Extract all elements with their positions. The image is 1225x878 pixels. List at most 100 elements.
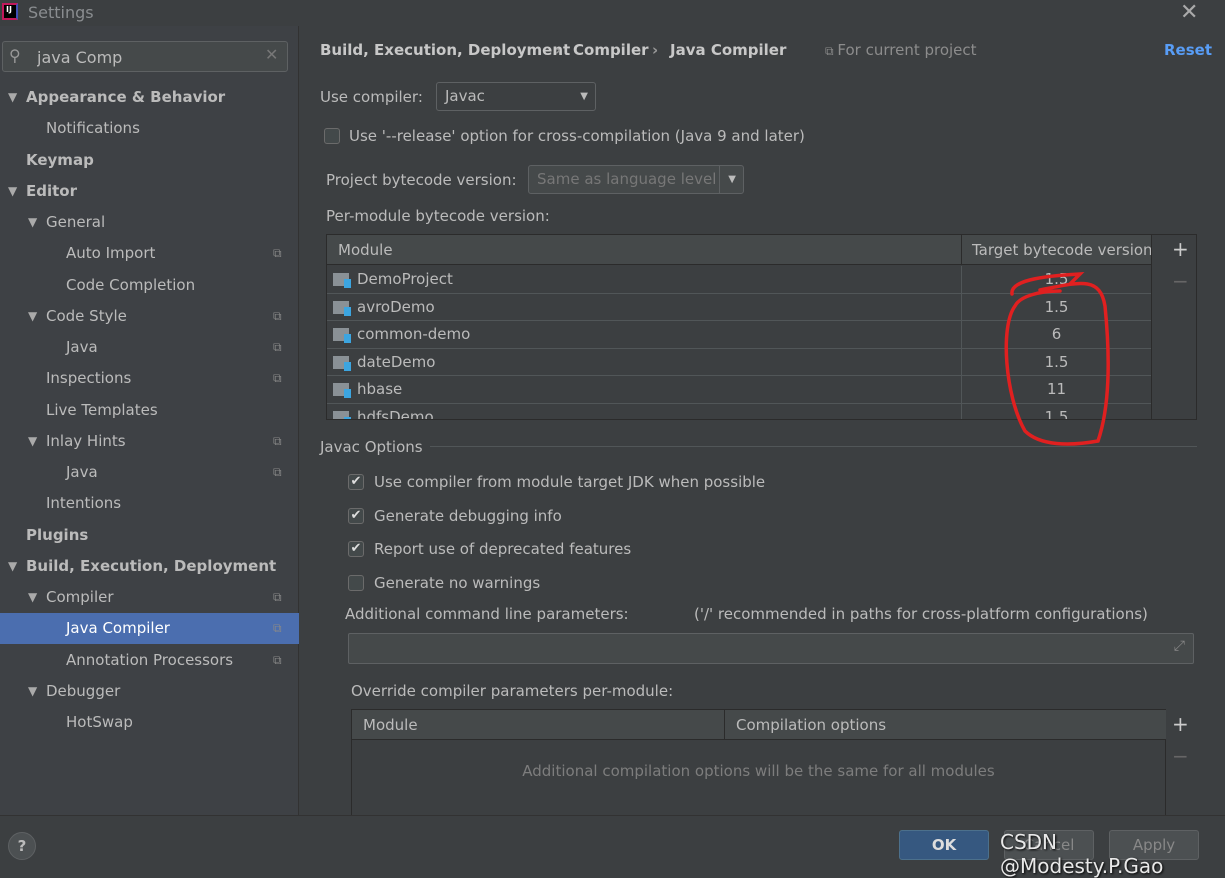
table-toolbar: + − <box>1152 234 1197 420</box>
watermark: CSDN @Modesty.P.Gao <box>1000 830 1164 878</box>
sidebar-item[interactable]: ▼ Inlay Hints ⧉ <box>0 426 299 457</box>
search-input[interactable] <box>37 46 257 68</box>
column-header-module[interactable]: Module <box>352 710 724 740</box>
breadcrumb-separator: › <box>652 41 659 59</box>
help-button[interactable]: ? <box>8 832 36 860</box>
sidebar-item-label: Java <box>66 338 98 356</box>
params-hint: ('/' recommended in paths for cross-plat… <box>694 605 1148 623</box>
module-folder-icon <box>333 273 351 288</box>
sidebar-item-label: Java Compiler <box>66 619 170 638</box>
expand-arrow-icon[interactable]: ▼ <box>8 176 17 207</box>
breadcrumb-separator: › <box>555 41 562 59</box>
sidebar-item-label: Annotation Processors <box>66 650 234 669</box>
ok-button[interactable]: OK <box>899 830 989 860</box>
compiler-select[interactable]: Javac ▼ <box>436 82 596 111</box>
remove-icon[interactable]: − <box>1172 744 1189 768</box>
sidebar-item[interactable]: Intentions <box>0 488 299 519</box>
sidebar-item-label: Debugger <box>46 681 121 700</box>
sidebar-item[interactable]: ▼ Debugger <box>0 676 299 707</box>
compiler-value: Javac <box>445 87 485 105</box>
option-checkbox[interactable]: ✔ <box>348 541 364 558</box>
sidebar-item[interactable]: Notifications <box>0 113 299 144</box>
breadcrumb-item[interactable]: Compiler <box>573 41 649 59</box>
release-option-label: Use '--release' option for cross-compila… <box>349 127 805 145</box>
module-name: DemoProject <box>357 270 453 288</box>
expand-arrow-icon[interactable]: ▼ <box>28 207 37 238</box>
sidebar-item[interactable]: ▼ General <box>0 207 299 238</box>
sidebar-item[interactable]: Code Completion <box>0 270 299 301</box>
module-name: hdfsDemo <box>357 407 434 420</box>
option-checkbox[interactable]: ✔ <box>348 474 364 490</box>
dialog-footer: ? OK Cancel Apply CSDN @Modesty.P.Gao <box>0 815 1225 878</box>
module-name: common-demo <box>357 325 471 343</box>
sidebar-item[interactable]: Annotation Processors ⧉ <box>0 645 299 676</box>
sidebar-item[interactable]: Keymap <box>0 145 299 176</box>
module-folder-icon <box>333 410 351 419</box>
override-label: Override compiler parameters per-module: <box>351 682 674 700</box>
expand-arrow-icon[interactable]: ▼ <box>8 82 17 113</box>
breadcrumb-item: Java Compiler <box>670 41 787 59</box>
sidebar-item-label: Plugins <box>26 525 89 544</box>
red-annotation-circle <box>1004 272 1110 446</box>
expand-arrow-icon[interactable]: ▼ <box>28 426 37 457</box>
sidebar-item-label: Code Style <box>46 306 127 325</box>
project-scope-icon: ⧉ <box>273 621 282 636</box>
search-field[interactable]: ⚲ ✕ <box>2 41 288 72</box>
sidebar-item-label: Build, Execution, Deployment <box>26 556 277 575</box>
expand-arrow-icon[interactable]: ▼ <box>8 551 17 582</box>
sidebar-item[interactable]: Java ⧉ <box>0 332 299 363</box>
option-label: Report use of deprecated features <box>374 540 632 559</box>
sidebar-item[interactable]: Java ⧉ <box>0 457 299 488</box>
scope-text: For current project <box>837 41 977 59</box>
sidebar-item-label: Appearance & Behavior <box>26 88 226 106</box>
javac-options-title: Javac Options <box>320 438 423 456</box>
sidebar-item[interactable]: ▼ Appearance & Behavior <box>0 82 299 113</box>
option-label: Generate no warnings <box>374 574 541 593</box>
project-bytecode-label: Project bytecode version: <box>326 171 517 189</box>
sidebar-item[interactable]: ▼ Build, Execution, Deployment <box>0 551 299 582</box>
sidebar-item[interactable]: Inspections ⧉ <box>0 363 299 394</box>
breadcrumb-item[interactable]: Build, Execution, Deployment <box>320 41 570 59</box>
sidebar-item-label: Intentions <box>46 494 122 513</box>
sidebar-item[interactable]: Plugins <box>0 520 299 551</box>
project-scope-icon: ⧉ <box>273 340 282 354</box>
empty-table-text: Additional compilation options will be t… <box>522 762 995 780</box>
add-icon[interactable]: + <box>1172 712 1189 736</box>
module-name: hbase <box>357 380 403 398</box>
sidebar-item[interactable]: HotSwap <box>0 707 299 738</box>
expand-arrow-icon[interactable]: ▼ <box>28 582 37 613</box>
intellij-logo-icon: IJ <box>2 3 18 20</box>
option-checkbox[interactable]: ✔ <box>348 507 364 524</box>
release-option-checkbox[interactable] <box>324 128 340 144</box>
sidebar-item[interactable]: Live Templates <box>0 395 299 426</box>
expand-arrow-icon[interactable]: ▼ <box>28 676 37 707</box>
clear-search-icon[interactable]: ✕ <box>265 45 278 64</box>
option-label: Use compiler from module target JDK when… <box>374 473 766 491</box>
copy-icon: ⧉ <box>825 44 838 58</box>
module-folder-icon <box>333 328 351 343</box>
sidebar-item[interactable]: ▼ Code Style ⧉ <box>0 301 299 332</box>
window-title: Settings <box>28 3 94 22</box>
params-label: Additional command line parameters: <box>345 605 629 623</box>
sidebar-item-label: Java <box>66 463 98 481</box>
option-checkbox[interactable] <box>348 575 364 592</box>
sidebar-item[interactable]: Java Compiler ⧉ <box>0 613 299 645</box>
sidebar-item-label: Auto Import <box>66 244 156 263</box>
column-header-module[interactable]: Module <box>327 235 961 265</box>
close-icon[interactable]: ✕ <box>1180 0 1198 25</box>
expand-arrow-icon[interactable]: ▼ <box>28 301 37 332</box>
column-header-compilation-options[interactable]: Compilation options <box>724 710 1166 740</box>
java-compiler-panel: Build, Execution, Deployment › Compiler … <box>300 26 1225 819</box>
sidebar-item[interactable]: ▼ Compiler ⧉ <box>0 582 299 613</box>
project-scope-icon: ⧉ <box>273 652 282 667</box>
use-compiler-label: Use compiler: <box>320 88 423 106</box>
sidebar-item[interactable]: Auto Import ⧉ <box>0 238 299 269</box>
sidebar-item-label: Notifications <box>46 119 140 138</box>
reset-link[interactable]: Reset <box>1164 41 1212 59</box>
sidebar-item[interactable]: ▼ Editor <box>0 176 299 207</box>
project-bytecode-select[interactable]: Same as language level ▼ <box>528 165 744 194</box>
add-icon[interactable]: + <box>1172 237 1189 261</box>
expand-icon[interactable]: ⤢ <box>1174 638 1185 654</box>
remove-icon[interactable]: − <box>1172 269 1189 293</box>
params-input[interactable]: ⤢ <box>348 633 1194 664</box>
